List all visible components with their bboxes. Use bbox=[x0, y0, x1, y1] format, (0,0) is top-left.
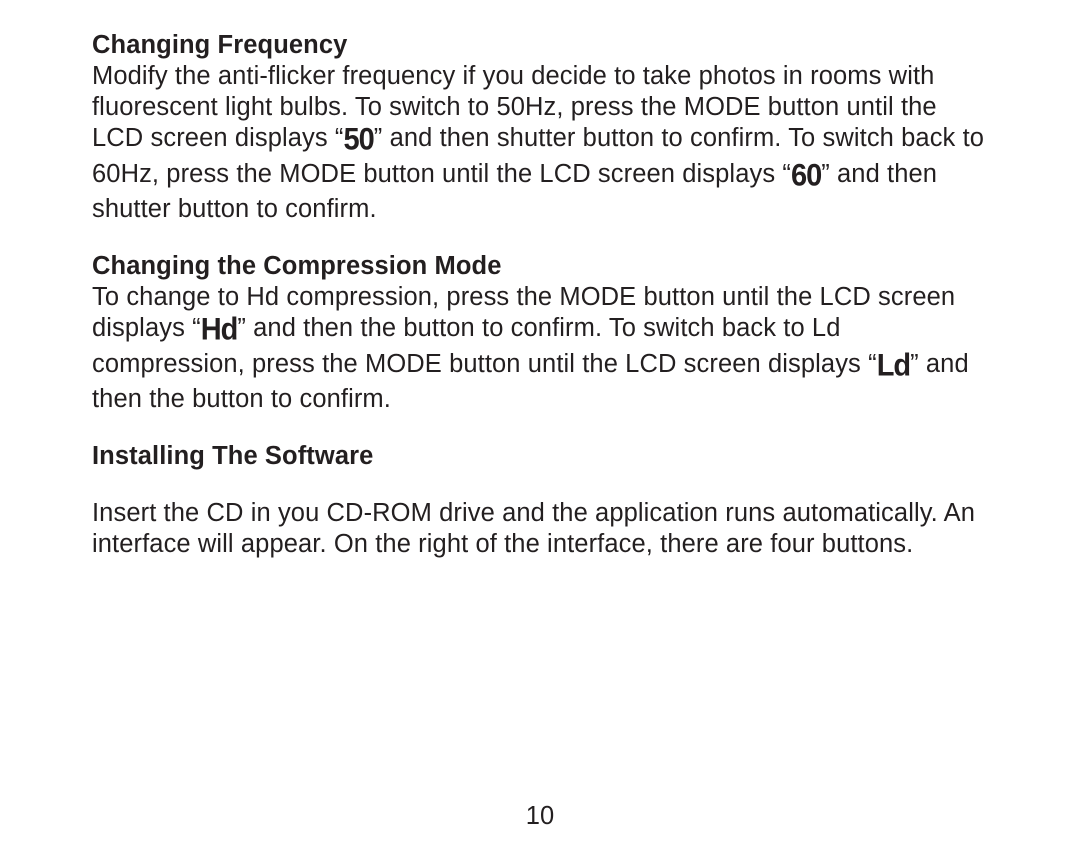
heading-compression: Changing the Compression Mode bbox=[92, 251, 988, 282]
section-compression: Changing the Compression Mode To change … bbox=[92, 251, 988, 415]
lcd-50-icon: 50 bbox=[344, 122, 374, 160]
page-number: 10 bbox=[0, 801, 1080, 832]
heading-installing: Installing The Software bbox=[92, 441, 988, 472]
lcd-60-icon: 60 bbox=[791, 157, 821, 195]
paragraph-installing: Insert the CD in you CD-ROM drive and th… bbox=[92, 498, 988, 560]
lcd-hd-icon: Hd bbox=[201, 312, 238, 350]
heading-frequency: Changing Frequency bbox=[92, 30, 988, 61]
section-frequency: Changing Frequency Modify the anti-flick… bbox=[92, 30, 988, 225]
section-installing: Installing The Software Insert the CD in… bbox=[92, 441, 988, 560]
lcd-ld-icon: Ld bbox=[877, 347, 910, 385]
manual-page: Changing Frequency Modify the anti-flick… bbox=[0, 0, 1080, 864]
paragraph-compression: To change to Hd compression, press the M… bbox=[92, 282, 988, 415]
paragraph-frequency: Modify the anti-flicker frequency if you… bbox=[92, 61, 988, 225]
